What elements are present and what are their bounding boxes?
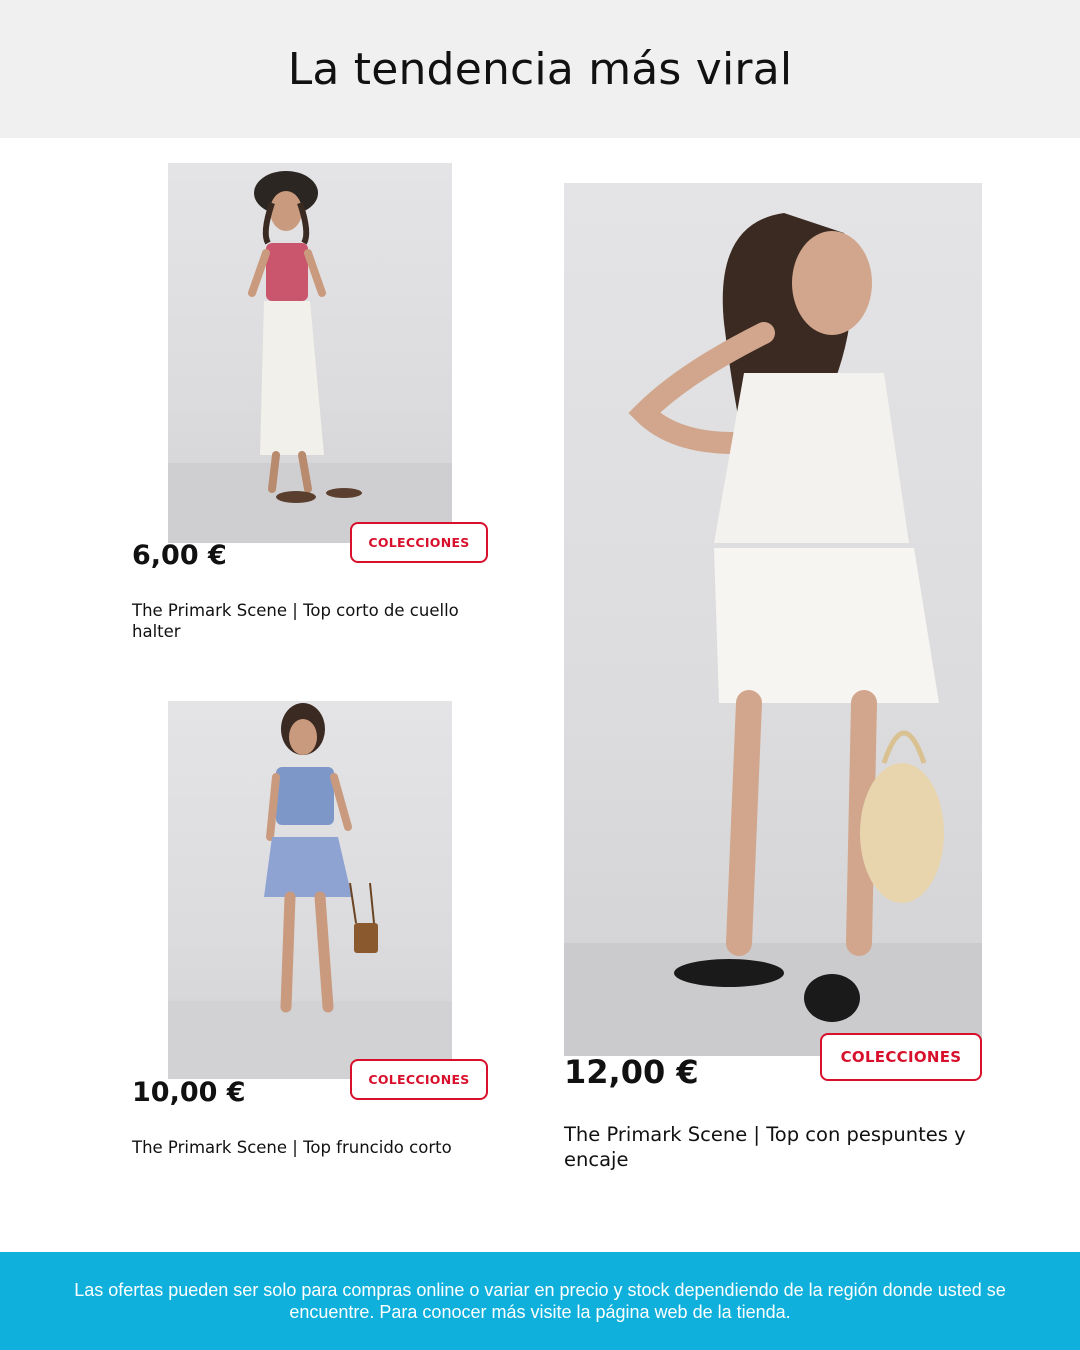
product-description[interactable]: The Primark Scene | Top fruncido corto — [132, 1137, 482, 1158]
model-photo-illustration — [168, 703, 452, 1079]
disclaimer-text: Las ofertas pueden ser solo para compras… — [74, 1279, 1006, 1323]
product-price: 12,00 € — [564, 1053, 699, 1091]
model-photo-illustration — [564, 213, 982, 1056]
product-image-lace-top[interactable] — [564, 183, 982, 1056]
colecciones-button[interactable]: COLECCIONES — [350, 522, 488, 563]
model-photo-illustration — [168, 171, 452, 543]
product-price: 10,00 € — [132, 1077, 246, 1108]
product-image-halter-top[interactable] — [168, 163, 452, 543]
product-description[interactable]: The Primark Scene | Top con pespuntes y … — [564, 1122, 984, 1173]
page-header: La tendencia más viral — [0, 0, 1080, 138]
product-description[interactable]: The Primark Scene | Top corto de cuello … — [132, 600, 482, 643]
colecciones-button[interactable]: COLECCIONES — [820, 1033, 982, 1081]
colecciones-button[interactable]: COLECCIONES — [350, 1059, 488, 1100]
page-title: La tendencia más viral — [287, 43, 793, 95]
disclaimer-footer: Las ofertas pueden ser solo para compras… — [0, 1252, 1080, 1350]
product-image-ruched-top[interactable] — [168, 701, 452, 1079]
product-price: 6,00 € — [132, 540, 227, 571]
